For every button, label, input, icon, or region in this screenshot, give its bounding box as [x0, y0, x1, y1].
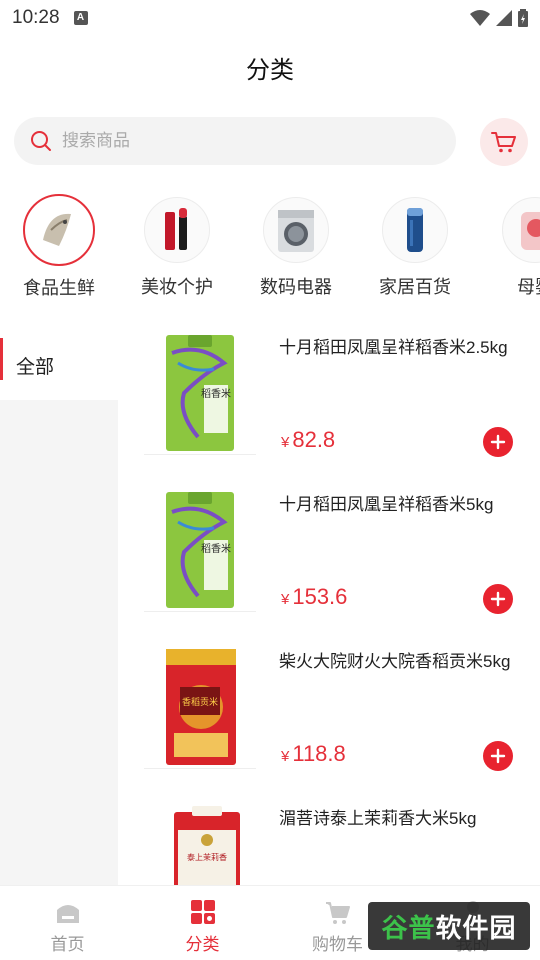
- category-label: 母婴: [517, 277, 540, 297]
- nav-label: 分类: [185, 935, 220, 954]
- product-price: ¥118.8: [281, 741, 346, 767]
- nav-label: 首页: [50, 935, 85, 954]
- cart-icon: [325, 902, 350, 924]
- nav-home[interactable]: 首页: [0, 886, 135, 960]
- sidebar: 全部: [0, 330, 118, 885]
- currency-symbol: ¥: [281, 748, 290, 765]
- plus-icon: [490, 434, 506, 450]
- product-price: ¥153.6: [281, 584, 347, 610]
- price-value: 153.6: [292, 584, 348, 609]
- status-bar: 10:28 A: [0, 0, 540, 36]
- product-item[interactable]: 香稻贡米 柴火大院财火大院香稻贡米5kg ¥118.8: [118, 647, 540, 804]
- category-label: 数码电器: [260, 277, 332, 297]
- lipstick-icon: [144, 197, 210, 263]
- page-title: 分类: [246, 57, 294, 84]
- washing-machine-icon: [263, 197, 329, 263]
- currency-symbol: ¥: [281, 591, 290, 608]
- home-icon: [56, 905, 79, 923]
- category-beauty[interactable]: 美妆个护: [122, 192, 232, 299]
- package-text: 泰上茉莉香: [187, 852, 227, 862]
- category-label: 美妆个护: [141, 277, 213, 297]
- product-image: 稻香米: [144, 333, 256, 455]
- status-indicators: [470, 9, 528, 27]
- category-digital[interactable]: 数码电器: [241, 192, 351, 299]
- category-baby[interactable]: 母婴: [480, 192, 540, 299]
- nav-label: 购物车: [312, 935, 363, 954]
- search-icon: [31, 131, 51, 151]
- add-to-cart-button[interactable]: [483, 427, 513, 457]
- cart-button[interactable]: [480, 118, 528, 166]
- battery-icon: [518, 9, 528, 27]
- product-name: 十月稻田凤凰呈祥稻香米2.5kg: [279, 338, 508, 357]
- product-item[interactable]: 泰上茉莉香 湄菩诗泰上茉莉香大米5kg: [118, 804, 540, 885]
- search-input[interactable]: [62, 131, 402, 151]
- product-name: 柴火大院财火大院香稻贡米5kg: [279, 652, 511, 671]
- signal-icon: [496, 10, 512, 26]
- search-bar[interactable]: [14, 117, 456, 165]
- package-text: 稻香米: [201, 387, 231, 400]
- category-strip: 食品生鲜 美妆个护 数码电器 家居百货 母婴: [0, 192, 540, 302]
- product-image: 泰上茉莉香: [144, 804, 256, 885]
- product-item[interactable]: 稻香米 十月稻田凤凰呈祥稻香米2.5kg ¥82.8: [118, 333, 540, 490]
- category-food[interactable]: 食品生鲜: [4, 192, 114, 300]
- price-value: 82.8: [292, 427, 336, 452]
- add-to-cart-button[interactable]: [483, 584, 513, 614]
- plus-icon: [490, 748, 506, 764]
- thermos-icon: [382, 197, 448, 263]
- watermark-prefix: 谷普: [381, 912, 436, 943]
- package-text: 稻香米: [201, 542, 231, 555]
- status-time: 10:28: [12, 7, 60, 28]
- sidebar-item-all[interactable]: 全部: [0, 330, 118, 400]
- category-home[interactable]: 家居百货: [360, 192, 470, 299]
- notification-icon: A: [73, 11, 88, 25]
- package-text: 香稻贡米: [182, 696, 218, 708]
- product-price: ¥82.8: [281, 427, 335, 453]
- product-item[interactable]: 稻香米 十月稻田凤凰呈祥稻香米5kg ¥153.6: [118, 490, 540, 647]
- baby-icon: [502, 197, 540, 263]
- currency-symbol: ¥: [281, 434, 290, 451]
- plus-icon: [490, 591, 506, 607]
- add-to-cart-button[interactable]: [483, 741, 513, 771]
- price-value: 118.8: [292, 741, 346, 766]
- product-name: 湄菩诗泰上茉莉香大米5kg: [279, 809, 477, 828]
- fish-icon: [23, 194, 95, 266]
- category-icon: [190, 900, 215, 924]
- product-image: 香稻贡米: [144, 647, 256, 769]
- category-label: 食品生鲜: [23, 278, 95, 298]
- product-name: 十月稻田凤凰呈祥稻香米5kg: [279, 495, 494, 514]
- cart-icon: [491, 132, 516, 153]
- product-image: 稻香米: [144, 490, 256, 612]
- category-label: 家居百货: [379, 277, 451, 297]
- wifi-icon: [470, 10, 490, 26]
- watermark-suffix: 软件园: [435, 912, 517, 943]
- nav-category[interactable]: 分类: [135, 886, 270, 960]
- watermark-logo: 谷普 软件园: [368, 902, 530, 950]
